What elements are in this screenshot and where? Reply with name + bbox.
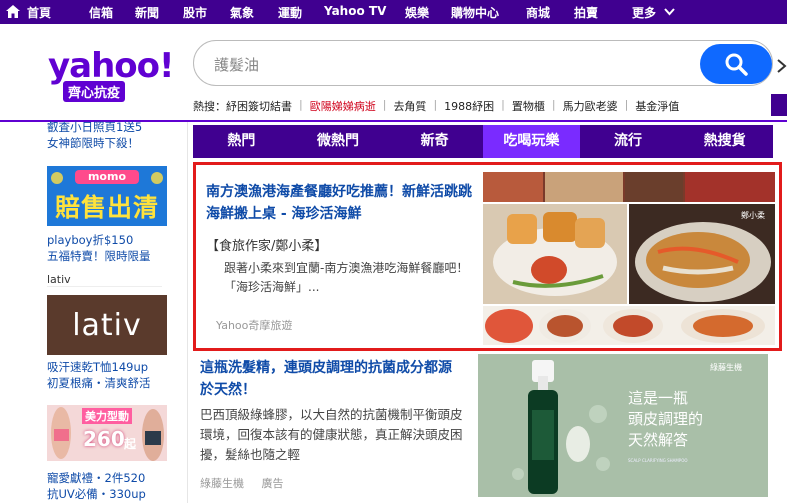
promo-link[interactable]: 寵愛獻禮・2件520 — [47, 470, 146, 486]
article-source[interactable]: Yahoo奇摩旅遊 — [216, 317, 292, 333]
nav-auction[interactable]: 拍賣 — [574, 4, 598, 21]
promo-link[interactable]: playboy折$150 — [47, 232, 151, 248]
hot-search-item[interactable]: 去角質 — [393, 98, 426, 114]
search-icon — [725, 53, 748, 76]
top-nav-bar: 首頁 信箱 新聞 股市 氣象 運動 Yahoo TV 娛樂 購物中心 商城 拍賣… — [0, 0, 787, 24]
promo-link[interactable]: 初夏根痛・清爽舒活 — [47, 375, 151, 391]
tab-novel[interactable]: 新奇 — [386, 125, 483, 158]
hot-search-label: 熱搜： — [193, 100, 226, 113]
tab-food-fun[interactable]: 吃喝玩樂 — [483, 125, 580, 158]
nav-weather[interactable]: 氣象 — [230, 4, 254, 21]
momo-banner[interactable]: momo 賠售出清 — [47, 166, 167, 226]
lativ-logo[interactable]: lativ — [47, 295, 167, 355]
header: yahoo! 齊心抗疫 熱搜： 紓困簽切結書 | 歐陽娣娣病逝 | 去角質 | … — [0, 24, 787, 122]
category-tabs: 熱門 微熱門 新奇 吃喝玩樂 流行 熱搜貨 — [193, 125, 773, 158]
ad-headline-line: 天然解答 — [628, 431, 689, 449]
lativ-label: lativ — [47, 273, 162, 287]
tab-trend[interactable]: 流行 — [580, 125, 677, 158]
sports-badge-suffix: 起 — [124, 437, 137, 451]
promo-link[interactable]: 叡査小日照頁1送5 — [47, 119, 169, 135]
tab-hot-goods[interactable]: 熱搜貨 — [676, 125, 773, 158]
chevron-right-icon[interactable] — [776, 58, 787, 74]
sponsor-name[interactable]: 綠藤生機 — [200, 477, 244, 490]
yahoo-logo[interactable]: yahoo! — [48, 46, 175, 86]
ad-headline: 這是一瓶 頭皮調理的 天然解答 — [628, 388, 703, 451]
image-watermark: 鄭小柔 — [741, 210, 765, 220]
promo-link[interactable]: 女神節限時下殺！ — [47, 135, 169, 151]
nav-shopping-center[interactable]: 購物中心 — [451, 4, 499, 21]
shampoo-ad-image[interactable]: 綠藤生機 這是一瓶 頭皮調理的 天然解答 SCALP CLARIFYING SH… — [478, 354, 768, 497]
hot-search-row: 熱搜： 紓困簽切結書 | 歐陽娣娣病逝 | 去角質 | 1988紓困 | 置物櫃… — [193, 98, 680, 114]
article-author: 【食旅作家/鄭小柔】 — [206, 239, 328, 254]
promo-playboy: playboy折$150 五福特賣！限時限量 — [47, 232, 151, 264]
ad-headline-line: 這是一瓶 — [628, 389, 689, 407]
sports-badge-price: 260 — [83, 427, 125, 451]
seafood-collage-image[interactable]: 鄭小柔 — [483, 172, 775, 345]
article-title[interactable]: 南方澳漁港海產餐廳好吃推薦！新鮮活跳跳海鮮搬上桌 - 海珍活海鮮 — [206, 181, 476, 225]
article-summary: 跟著小柔來到宜蘭-南方澳漁港吃海鮮餐廳吧！「海珍活海鮮」... — [224, 261, 469, 294]
ad-product-line: SCALP CLARIFYING SHAMPOO — [628, 458, 688, 463]
nav-home[interactable]: 首頁 — [27, 4, 51, 21]
hot-search-item[interactable]: 歐陽娣娣病逝 — [310, 98, 376, 114]
promo-lativ: 吸汗速乾T恤149up 初夏根痛・清爽舒活 — [47, 359, 151, 391]
momo-title: 賠售出清 — [54, 193, 159, 222]
tab-warm[interactable]: 微熱門 — [290, 125, 387, 158]
nav-entertainment[interactable]: 娛樂 — [405, 4, 429, 21]
article-summary: 巴西頂級綠蜂膠，以大自然的抗菌機制平衡頭皮環境，回復本該有的健康狀態，真正解決頭… — [200, 407, 463, 462]
logo-tagline: 齊心抗疫 — [63, 81, 126, 102]
left-promo-column: 叡査小日照頁1送5 女神節限時下殺！ — [47, 119, 169, 151]
nav-mall[interactable]: 商城 — [526, 4, 550, 21]
article-meta: 綠藤生機 廣告 — [200, 475, 284, 491]
column-divider — [187, 122, 188, 503]
hot-search-item[interactable]: 基金淨值 — [635, 98, 679, 114]
sports-wear-banner[interactable]: 美力型動 260 起 — [47, 405, 167, 461]
search-box — [193, 40, 773, 86]
search-input[interactable] — [214, 53, 684, 75]
ad-label: 廣告 — [261, 477, 284, 490]
hot-search-item[interactable]: 馬力歐老婆 — [563, 98, 618, 114]
momo-brand: momo — [87, 170, 127, 183]
article-title[interactable]: 這瓶洗髮精，連頭皮調理的抗菌成分都源於天然！ — [200, 357, 465, 401]
search-button[interactable] — [700, 44, 772, 84]
promo-link[interactable]: 吸汗速乾T恤149up — [47, 359, 151, 375]
ad-headline-line: 頭皮調理的 — [628, 410, 704, 428]
sports-badge-title: 美力型動 — [82, 408, 132, 424]
shampoo-ad-art — [478, 354, 768, 497]
home-icon[interactable] — [6, 5, 20, 18]
hot-search-item[interactable]: 置物櫃 — [512, 98, 545, 114]
hot-search-more[interactable] — [771, 94, 787, 116]
hot-search-item[interactable]: 紓困簽切結書 — [226, 98, 292, 114]
nav-stock[interactable]: 股市 — [183, 4, 207, 21]
promo-gift: 寵愛獻禮・2件520 抗UV必備・330up — [47, 470, 146, 502]
hot-search-item[interactable]: 1988紓困 — [444, 98, 494, 114]
promo-link[interactable]: 抗UV必備・330up — [47, 486, 146, 502]
nav-mail[interactable]: 信箱 — [89, 4, 113, 21]
nav-more[interactable]: 更多 — [632, 4, 656, 21]
nav-yahoo-tv[interactable]: Yahoo TV — [324, 4, 386, 18]
nav-news[interactable]: 新聞 — [135, 4, 159, 21]
tab-hot[interactable]: 熱門 — [193, 125, 290, 158]
featured-article-card[interactable]: 南方澳漁港海產餐廳好吃推薦！新鮮活跳跳海鮮搬上桌 - 海珍活海鮮 【食旅作家/鄭… — [193, 162, 782, 351]
ad-brand-logo: 綠藤生機 — [710, 363, 742, 372]
nav-sports[interactable]: 運動 — [278, 4, 302, 21]
chevron-down-icon[interactable] — [664, 8, 675, 16]
promo-link[interactable]: 五福特賣！限時限量 — [47, 248, 151, 264]
